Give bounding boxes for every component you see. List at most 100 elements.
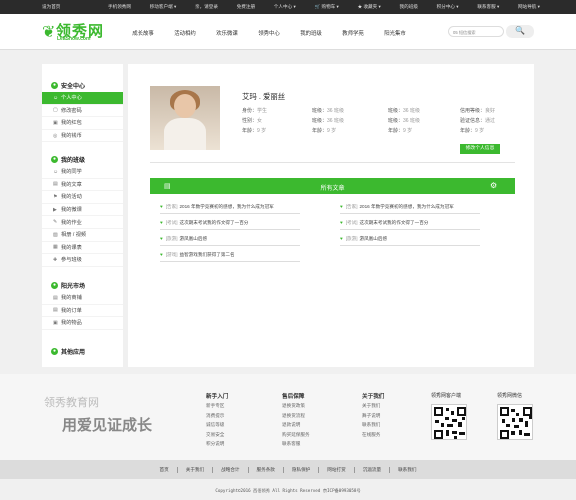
footer-link[interactable]: 联系我们 bbox=[362, 422, 384, 432]
footer-link[interactable]: 诚信等级 bbox=[206, 422, 228, 432]
info-credit: 信用等级：良好 bbox=[460, 108, 496, 114]
sidebar-item-articles[interactable]: ▤ 我的文章 bbox=[42, 179, 123, 192]
footer-link[interactable]: 退换货流程 bbox=[282, 413, 310, 423]
sidebar-item-schedule[interactable]: ▦ 我的课表 bbox=[42, 242, 123, 255]
sidebar-item-change-password[interactable]: ▢ 修改密码 bbox=[42, 105, 123, 118]
sidebar-item-coins[interactable]: ◎ 我的钱币 bbox=[42, 130, 123, 143]
class-icon: ● bbox=[51, 155, 58, 163]
sidebar-item-homework[interactable]: ✎ 我的作业 bbox=[42, 216, 123, 229]
footer-slogan: 用爱见证成长 bbox=[62, 416, 153, 434]
sidebar-item-shop[interactable]: ▤ 我的商铺 bbox=[42, 292, 123, 305]
info-gender: 性别：女 bbox=[242, 118, 263, 124]
article-item[interactable]: ♥ [旅游] 游凤凰山后感 bbox=[340, 233, 480, 246]
sidebar-item-goods[interactable]: ▣ 我的物品 bbox=[42, 317, 123, 330]
info-class: 班级：36 班级 bbox=[388, 118, 420, 124]
article-item[interactable]: ♥ [游戏] 益智游戏我们获得了第二名 bbox=[160, 249, 300, 262]
site-logo[interactable]: ❦ 领秀网 LeaShow.com bbox=[42, 20, 108, 44]
footer-link[interactable]: 退款说明 bbox=[282, 422, 310, 432]
info-verify: 验证信息：通过 bbox=[460, 118, 496, 124]
video-icon: ▶ bbox=[53, 206, 57, 213]
sidebar-item-personal-center[interactable]: ☺ 个人中心 bbox=[42, 92, 123, 105]
footer-nav-link[interactable]: 关于我们 bbox=[178, 466, 214, 473]
login-link[interactable]: 亲，请登录 bbox=[195, 4, 218, 10]
calendar-icon: ▦ bbox=[53, 244, 58, 251]
footer-nav-link[interactable]: 网站打赏 bbox=[319, 466, 355, 473]
search-input[interactable]: 05 短信搜索 bbox=[448, 26, 504, 37]
heart-icon: ♥ bbox=[160, 204, 163, 209]
footer-link[interactable]: 积分说明 bbox=[206, 441, 228, 451]
article-item[interactable]: ♥ [旅游] 游凤凰山后感 bbox=[160, 233, 300, 246]
footer-link[interactable]: 关于我们 bbox=[362, 403, 384, 413]
footer-link[interactable]: 联系客服 bbox=[282, 441, 310, 451]
favorites-link[interactable]: ★ 收藏夹 ▾ bbox=[358, 4, 381, 10]
sidebar-item-classmates[interactable]: ☺ 我的同学 bbox=[42, 166, 123, 179]
sidebar-item-activities[interactable]: ⚑ 我的活动 bbox=[42, 191, 123, 204]
footer-link[interactable]: 在线服务 bbox=[362, 432, 384, 442]
sidebar-item-red-packet[interactable]: ▣ 我的红包 bbox=[42, 117, 123, 130]
shield-icon: ● bbox=[51, 81, 58, 89]
top-link[interactable]: 网站导航 ▾ bbox=[518, 4, 540, 10]
footer-nav-link[interactable]: 联系我们 bbox=[390, 467, 424, 473]
sidebar-heading: ● 我的班级 bbox=[51, 155, 86, 164]
sidebar-heading[interactable]: ● 其他应用 bbox=[42, 344, 123, 358]
footer-link[interactable]: 新手专区 bbox=[206, 403, 228, 413]
footer-link-bar: 首页 关于我们 战略合计 服务条款 隐私保护 网站打赏 沉湎流量 联系我们 bbox=[0, 460, 576, 479]
top-link[interactable]: 移动客户端 ▾ bbox=[150, 4, 177, 10]
nav-item[interactable]: 我的班级 bbox=[290, 29, 332, 37]
coin-icon: ◎ bbox=[53, 132, 58, 139]
gift-icon: ▣ bbox=[53, 119, 58, 126]
footer-nav-link[interactable]: 战略合计 bbox=[213, 466, 249, 473]
footer-nav-link[interactable]: 首页 bbox=[152, 466, 178, 473]
article-item[interactable]: ♥ [考试] 这次期末考试我的作文得了一百分 bbox=[160, 217, 300, 230]
nav-item[interactable]: 教师学苑 bbox=[332, 29, 374, 37]
leaf-icon: ❦ bbox=[42, 24, 56, 41]
avatar bbox=[150, 86, 220, 150]
sidebar: ● 安全中心 ☺ 个人中心 ▢ 修改密码 ▣ 我的红包 ◎ 我的钱币 ● 我的班级 ☺ 我的同… bbox=[42, 64, 123, 367]
footer-link[interactable]: 购买延保服务 bbox=[282, 432, 310, 442]
top-link[interactable]: 个人中心 ▾ bbox=[274, 4, 296, 10]
nav-item[interactable]: 领秀中心 bbox=[248, 29, 290, 37]
footer-link[interactable]: 消费提示 bbox=[206, 413, 228, 423]
nav-item[interactable]: 活动相约 bbox=[164, 29, 206, 37]
sidebar-item-album[interactable]: ▧ 相册 / 视频 bbox=[42, 229, 123, 242]
set-homepage-link[interactable]: 设为首页 bbox=[42, 4, 60, 10]
people-icon: ☺ bbox=[53, 168, 59, 175]
image-icon: ▧ bbox=[53, 231, 58, 238]
footer-link[interactable]: 舞子说明 bbox=[362, 413, 384, 423]
pencil-icon: ✎ bbox=[53, 219, 58, 226]
nav-item[interactable]: 欢乐微课 bbox=[206, 29, 248, 37]
footer-nav-link[interactable]: 沉湎流量 bbox=[355, 466, 391, 473]
top-link[interactable]: 联系客服 ▾ bbox=[477, 4, 499, 10]
article-item[interactable]: ♥ [考试] 这次期末考试我的作文得了一百分 bbox=[340, 217, 480, 230]
qr-code-wechat bbox=[497, 404, 533, 440]
articles-header: ▤ 所有文章 ⚙ bbox=[150, 178, 515, 194]
articles-title: 所有文章 bbox=[320, 186, 345, 192]
top-link[interactable]: 积分中心 ▾ bbox=[437, 4, 459, 10]
footer-col-aftersale: 售后保障 退换货政策 退换货流程 退款说明 购买延保服务 联系客服 bbox=[282, 392, 310, 451]
lock-icon: ▢ bbox=[53, 107, 58, 114]
article-item[interactable]: ♥ [告家] 2016 年数学竞赛初的感想，我为什么成为冠军 bbox=[160, 201, 300, 214]
search-icon: 🔍 bbox=[515, 26, 525, 35]
nav-item[interactable]: 阳光集市 bbox=[374, 29, 416, 37]
sidebar-item-join-class[interactable]: ✚ 参与班级 bbox=[42, 254, 123, 267]
nav-item[interactable]: 成长故事 bbox=[122, 29, 164, 37]
edit-profile-button[interactable]: 修改个人信息 bbox=[460, 144, 500, 154]
article-item[interactable]: ♥ [告家] 2016 年数学竞赛初的感想，我为什么成为冠军 bbox=[340, 201, 480, 214]
top-link[interactable]: 我的班级 bbox=[400, 4, 418, 10]
sidebar-item-orders[interactable]: ▤ 我的订单 bbox=[42, 305, 123, 318]
footer-link[interactable]: 交易安全 bbox=[206, 432, 228, 442]
cart-link[interactable]: 🛒 购物车 ▾ bbox=[314, 4, 338, 10]
footer: 领秀教育网 用爱见证成长 新手入门 新手专区 消费提示 诚信等级 交易安全 积分… bbox=[0, 374, 576, 460]
search-button[interactable]: 🔍 bbox=[506, 25, 534, 38]
heart-icon: ♥ bbox=[340, 220, 343, 225]
footer-nav-link[interactable]: 服务条款 bbox=[249, 466, 284, 473]
footer-col-about: 关于我们 关于我们 舞子说明 联系我们 在线服务 bbox=[362, 392, 384, 441]
register-link[interactable]: 免费注册 bbox=[237, 4, 255, 10]
gear-icon[interactable]: ⚙ bbox=[490, 181, 497, 190]
sidebar-item-lessons[interactable]: ▶ 我的微课 bbox=[42, 204, 123, 217]
footer-nav-link[interactable]: 隐私保护 bbox=[284, 466, 320, 473]
sidebar-group-apps: ● 其他应用 bbox=[42, 344, 123, 358]
top-link[interactable]: 手机领秀网 bbox=[108, 4, 131, 10]
footer-link[interactable]: 退换货政策 bbox=[282, 403, 310, 413]
heart-icon: ♥ bbox=[160, 236, 163, 241]
